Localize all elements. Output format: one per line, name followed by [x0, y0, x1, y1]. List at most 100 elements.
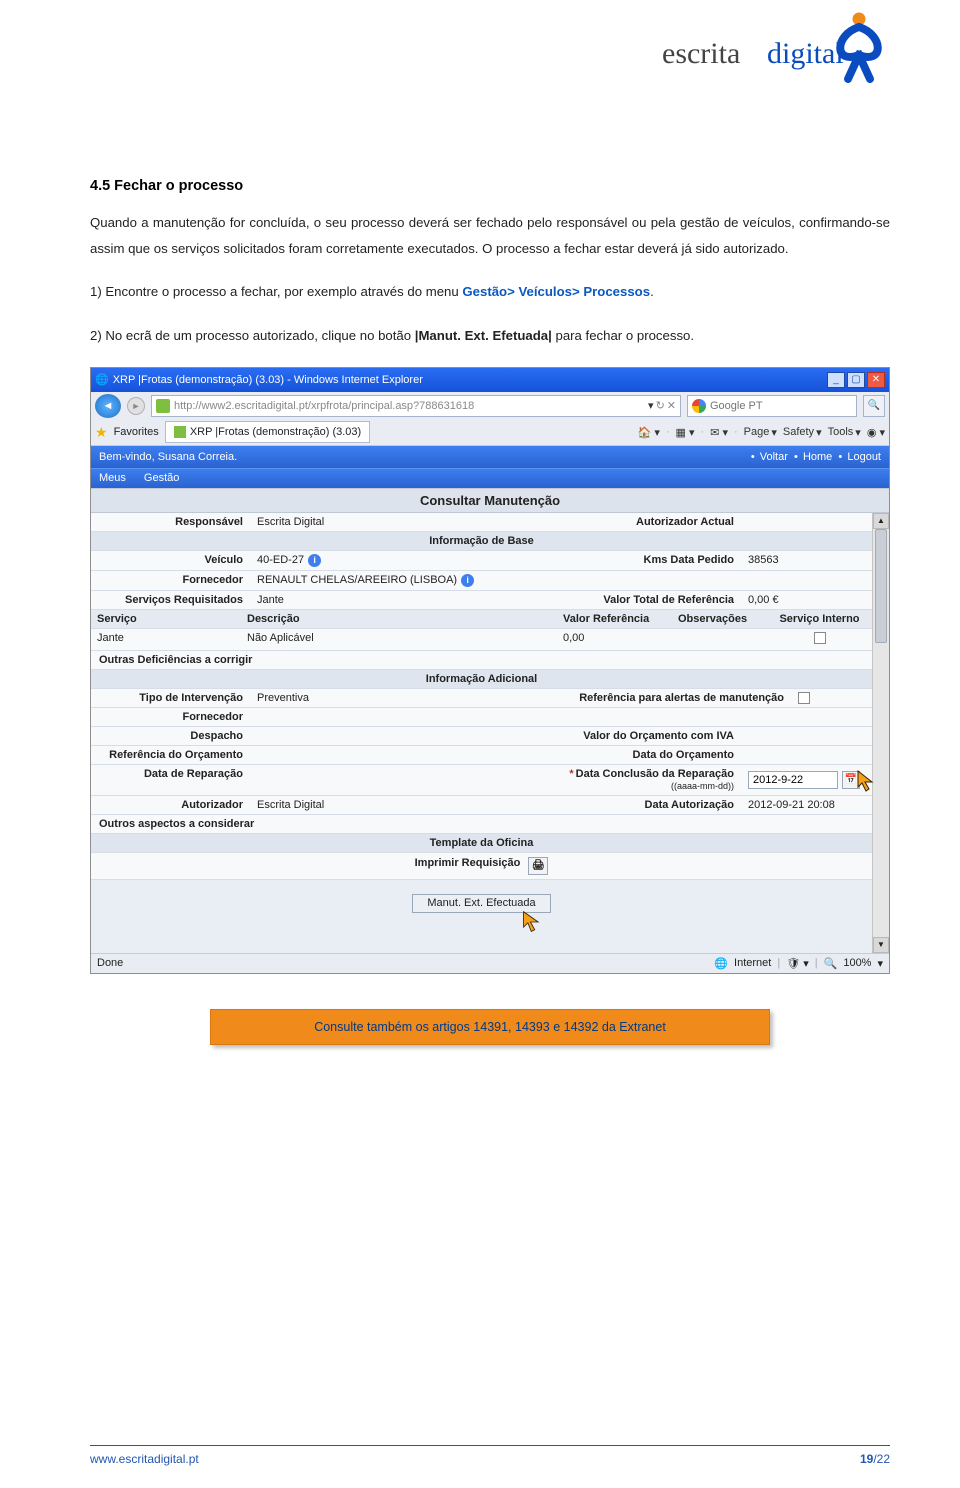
safety-menu[interactable]: Safety ▾ — [783, 426, 822, 439]
app-top-bar: Bem-vindo, Susana Correia. • Voltar • Ho… — [91, 446, 889, 468]
subheader-template: Template da Oficina — [91, 834, 872, 853]
lbl-imprimir: Imprimir Requisição — [415, 857, 521, 875]
status-done: Done — [97, 957, 714, 969]
back-button[interactable]: ◄ — [95, 394, 121, 418]
val-tipo-int: Preventiva — [251, 689, 532, 707]
page-footer: www.escritadigital.pt 19/22 — [90, 1445, 890, 1466]
section-heading: 4.5 Fechar o processo — [90, 178, 890, 194]
lbl-ref-orc: Referência do Orçamento — [91, 746, 251, 764]
vertical-scrollbar[interactable]: ▲ ▼ — [872, 513, 889, 953]
home-link[interactable]: Home — [803, 451, 832, 463]
menu-meus[interactable]: Meus — [99, 472, 126, 484]
lbl-data-aut: Data Autorização — [532, 796, 742, 814]
col-descricao: Descrição — [241, 610, 557, 628]
refresh-icon[interactable]: ↻ — [656, 399, 665, 412]
favorites-star-icon[interactable]: ★ — [95, 424, 108, 441]
lbl-kms: Kms Data Pedido — [532, 551, 742, 570]
window-titlebar: 🌐 XRP |Frotas (demonstração) (3.03) - Wi… — [91, 368, 889, 392]
tab-favicon — [174, 426, 186, 438]
lbl-fornecedor: Fornecedor — [91, 571, 251, 590]
favorites-label[interactable]: Favorites — [114, 426, 159, 438]
lbl-valor-orc: Valor do Orçamento com IVA — [532, 727, 742, 745]
search-input[interactable] — [710, 400, 852, 412]
cell-descricao: Não Aplicável — [241, 629, 557, 650]
lbl-outros-asp: Outros aspectos a considerar — [91, 815, 872, 833]
brand-word-1: escrita — [662, 37, 740, 70]
col-servico: Serviço — [91, 610, 241, 628]
services-table-header: Serviço Descrição Valor Referência Obser… — [91, 610, 872, 629]
tools-menu[interactable]: Tools ▾ — [828, 426, 861, 439]
window-close-button[interactable]: ✕ — [867, 372, 885, 388]
app-menu-bar: Meus Gestão — [91, 468, 889, 488]
val-kms: 38563 — [742, 551, 872, 570]
print-icon[interactable]: 🖨 — [528, 857, 548, 875]
col-valor-ref: Valor Referência — [557, 610, 672, 628]
info-icon[interactable]: i — [308, 554, 321, 567]
browser-tab[interactable]: XRP |Frotas (demonstração) (3.03) — [165, 421, 370, 443]
window-maximize-button[interactable]: ▢ — [847, 372, 865, 388]
scroll-thumb[interactable] — [875, 529, 887, 643]
val-veiculo: 40-ED-27 — [257, 554, 304, 566]
scroll-up-icon[interactable]: ▲ — [873, 513, 889, 529]
command-bar: 🏠 ▾ · ▦ ▾ · ✉ ▾ · Page ▾ Safety ▾ Tools … — [638, 426, 885, 439]
zoom-dropdown-icon[interactable]: ▾ — [877, 957, 883, 970]
status-zoom[interactable]: 100% — [843, 957, 871, 969]
home-icon[interactable]: 🏠 ▾ — [638, 426, 660, 439]
checkbox-servico-interno[interactable] — [814, 632, 826, 644]
val-valor-ref: 0,00 € — [742, 591, 872, 609]
manut-ext-efetuada-button[interactable]: Manut. Ext. Efectuada — [412, 894, 550, 913]
lbl-ref-alerta: Referência para alertas de manutenção — [532, 689, 792, 707]
cell-valor: 0,00 — [557, 629, 672, 650]
menu-gestao[interactable]: Gestão — [144, 472, 179, 484]
protected-mode-icon[interactable]: 🛡 ▾ — [786, 957, 809, 970]
scroll-track[interactable] — [873, 529, 889, 937]
browser-status-bar: Done 🌐 Internet | 🛡 ▾ | 🔍 100% ▾ — [91, 953, 889, 973]
scroll-down-icon[interactable]: ▼ — [873, 937, 889, 953]
address-bar[interactable]: ▾ ↻ ✕ — [151, 395, 681, 417]
screenshot-window: 🌐 XRP |Frotas (demonstração) (3.03) - Wi… — [90, 367, 890, 974]
checkbox-ref-alerta[interactable] — [798, 692, 810, 704]
p3-suffix: para fechar o processo. — [552, 328, 694, 343]
lbl-data-orc: Data do Orçamento — [532, 746, 742, 764]
window-app-icon: 🌐 — [95, 373, 109, 386]
feeds-icon[interactable]: ▦ ▾ — [676, 426, 695, 439]
action-button-area: Manut. Ext. Efectuada — [91, 880, 872, 953]
lbl-data-concl: *Data Conclusão da Reparação ((aaaa-mm-d… — [532, 765, 742, 795]
mail-icon[interactable]: ✉ ▾ — [710, 426, 728, 439]
window-title-text: XRP |Frotas (demonstração) (3.03) - Wind… — [109, 374, 825, 386]
print-row: Imprimir Requisição 🖨 — [91, 853, 872, 880]
val-fornecedor: RENAULT CHELAS/AREEIRO (LISBOA) — [257, 574, 457, 586]
lbl-despacho: Despacho — [91, 727, 251, 745]
callout-box: Consulte também os artigos 14391, 14393 … — [210, 1009, 770, 1045]
help-icon[interactable]: ◉ ▾ — [867, 426, 885, 439]
form-content-area: Responsável Escrita Digital Autorizador … — [91, 513, 889, 953]
lbl-autorizador-atual: Autorizador Actual — [532, 513, 742, 531]
window-minimize-button[interactable]: _ — [827, 372, 845, 388]
brand-word-2: digital — [767, 37, 844, 70]
browser-search-box[interactable] — [687, 395, 857, 417]
forward-button[interactable]: ► — [127, 397, 145, 415]
page-menu[interactable]: Page ▾ — [744, 426, 777, 439]
info-icon[interactable]: i — [461, 574, 474, 587]
lbl-outras-def: Outras Deficiências a corrigir — [91, 651, 872, 669]
url-dropdown-icon[interactable]: ▾ — [648, 399, 654, 412]
subheader-base: Informação de Base — [91, 532, 872, 551]
paragraph-step-1: 1) Encontre o processo a fechar, por exe… — [90, 279, 890, 305]
voltar-link[interactable]: Voltar — [760, 451, 788, 463]
col-servico-interno: Serviço Interno — [767, 610, 872, 628]
p3-prefix: 2) No ecrã de um processo autorizado, cl… — [90, 328, 415, 343]
footer-page-num: 19 — [860, 1452, 873, 1466]
maintenance-form: Responsável Escrita Digital Autorizador … — [91, 513, 872, 953]
zoom-icon[interactable]: 🔍 — [824, 957, 838, 970]
input-data-conclusao[interactable] — [748, 771, 838, 789]
tab-label: XRP |Frotas (demonstração) (3.03) — [190, 426, 361, 438]
welcome-text: Bem-vindo, Susana Correia. — [99, 451, 751, 463]
url-input[interactable] — [174, 400, 648, 412]
menu-path-text: Gestão> Veículos> Processos — [462, 284, 650, 299]
search-go-button[interactable]: 🔍 — [863, 395, 885, 417]
logout-link[interactable]: Logout — [847, 451, 881, 463]
app-page-title: Consultar Manutenção — [91, 488, 889, 513]
p2-suffix: . — [650, 284, 654, 299]
lbl-veiculo: Veículo — [91, 551, 251, 570]
stop-icon[interactable]: ✕ — [667, 399, 676, 412]
